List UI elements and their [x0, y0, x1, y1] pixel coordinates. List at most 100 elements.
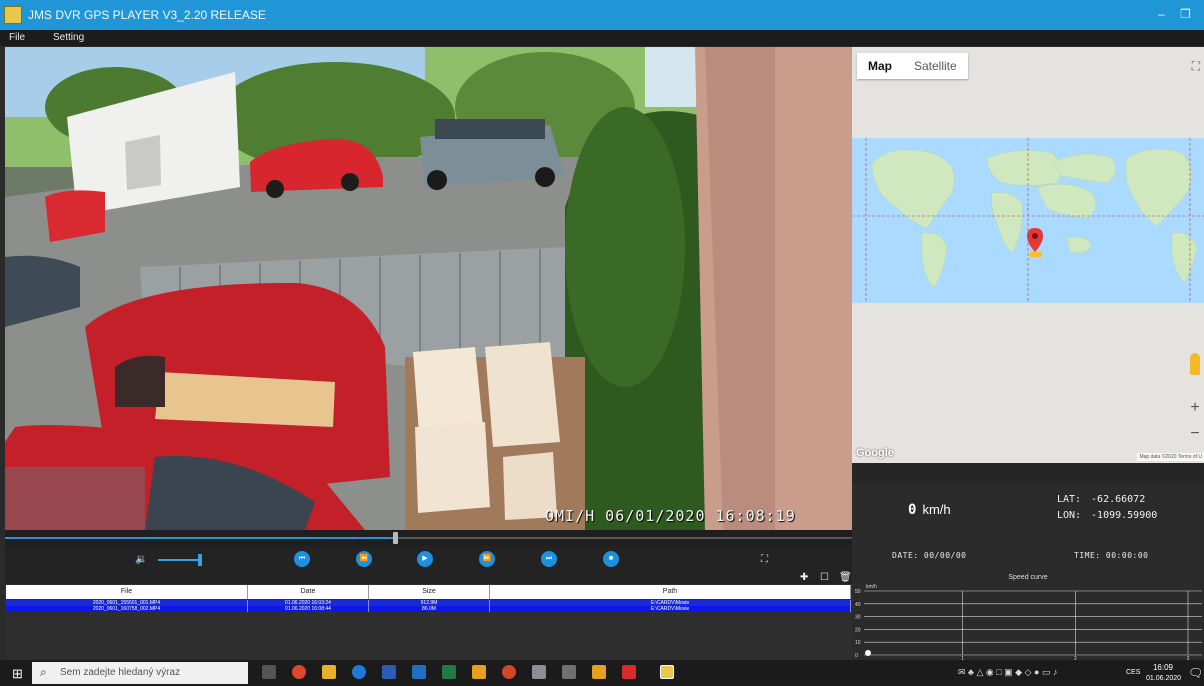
play-button[interactable]: ▶ [417, 551, 433, 567]
file-list-toolbar: ✚ ☐ 🗑 [5, 572, 852, 584]
speed-curve-point [865, 650, 871, 656]
powerpoint-icon[interactable] [502, 665, 516, 679]
volume-handle[interactable] [198, 554, 202, 566]
app-icon[interactable] [532, 665, 546, 679]
seek-handle[interactable] [392, 532, 398, 544]
clock-date: 01.06.2020 [1146, 675, 1182, 682]
system-tray-icons[interactable]: ✉ ♣ △ ◉ □ ▣ ◆ ◇ ● ▭ ♪ [958, 667, 1057, 678]
file-explorer-icon[interactable] [322, 665, 336, 679]
time-readout: TIME: 00:00:00 [1074, 551, 1148, 560]
copy-file-icon[interactable]: ☐ [820, 572, 829, 584]
file-table: File Date Size Path 2020_0601_155501_001… [5, 584, 852, 660]
longitude-value: -1099.59900 [1091, 510, 1158, 521]
speed-readout: 0 km/h [908, 502, 951, 518]
map-attribution[interactable]: Map data ©2020 Terms of U [1137, 453, 1204, 461]
video-player[interactable]: OMI/H 06/01/2020 16:08:19 [5, 47, 852, 530]
date-readout: DATE: 00/00/00 [892, 551, 966, 560]
delete-file-icon[interactable]: 🗑 [839, 572, 852, 584]
maximize-button[interactable]: ❐ [1180, 7, 1191, 21]
speed-curve-y-tick: 50 [855, 589, 861, 595]
acrobat-icon[interactable] [622, 665, 636, 679]
minimize-button[interactable]: – [1158, 7, 1165, 21]
column-size[interactable]: Size [369, 585, 490, 599]
cell-date: 01.06.2020 16:08:44 [248, 606, 369, 612]
time-label: TIME: [1074, 551, 1101, 560]
edge-icon[interactable] [352, 665, 366, 679]
location-marker-icon[interactable] [1025, 228, 1045, 258]
seek-bar[interactable] [5, 530, 852, 546]
search-icon: ⌕ [40, 665, 47, 679]
menu-setting[interactable]: Setting [53, 32, 84, 43]
rewind-button[interactable]: ⏪ [356, 551, 372, 567]
cell-path: E:\CARDV\Movie [490, 606, 851, 612]
column-file[interactable]: File [6, 585, 248, 599]
menu-file[interactable]: File [9, 32, 25, 43]
date-label: DATE: [892, 551, 919, 560]
taskbar-clock[interactable]: 16:09 01.06.2020 [1146, 662, 1182, 684]
street-view-pegman-icon[interactable] [1190, 353, 1200, 375]
title-bar: JMS DVR GPS PLAYER V3_2.20 RELEASE – ❐ [0, 0, 1204, 30]
windows-start-icon[interactable]: ⊞ [12, 666, 23, 682]
column-date[interactable]: Date [248, 585, 369, 599]
google-logo: Google [856, 447, 894, 459]
windows-taskbar: ⊞ ⌕ Sem zadejte hledaný výraz ✉ ♣ △ ◉ □ … [0, 660, 1204, 686]
longitude-label: LON: [1057, 510, 1082, 521]
input-language[interactable]: CES [1126, 669, 1140, 676]
utility-app-2-icon[interactable] [592, 665, 606, 679]
stop-button[interactable]: ■ [603, 551, 619, 567]
playback-controls: 🔉 ⏮ ⏪ ▶ ⏩ ⏭ ■ ⛶ [5, 546, 852, 572]
menu-bar: File Setting [0, 30, 1204, 46]
time-value: 00:00:00 [1105, 551, 1149, 560]
table-row[interactable]: 2020_0601_160758_002.MP4 01.06.2020 16:0… [6, 606, 851, 612]
previous-file-button[interactable]: ⏮ [294, 551, 310, 567]
next-file-button[interactable]: ⏭ [541, 551, 557, 567]
latitude-readout: LAT: -62.66072 [1057, 494, 1145, 505]
dvr-player-taskbar-icon[interactable] [660, 665, 674, 679]
volume-slider[interactable] [158, 559, 200, 561]
telemetry-separator [852, 463, 1204, 483]
longitude-readout: LON: -1099.59900 [1057, 510, 1157, 521]
map-fullscreen-icon[interactable]: ⛶ [1192, 59, 1200, 74]
seek-progress [5, 537, 395, 539]
tab-satellite[interactable]: Satellite [903, 53, 968, 79]
task-view-icon[interactable] [262, 665, 276, 679]
chrome-icon[interactable] [292, 665, 306, 679]
world-map-tiles [852, 138, 1204, 303]
zoom-out-button[interactable]: − [1188, 425, 1202, 443]
word-icon[interactable] [382, 665, 396, 679]
column-path[interactable]: Path [490, 585, 851, 599]
speed-curve-y-tick: 30 [855, 615, 861, 621]
taskbar-search-box[interactable]: ⌕ Sem zadejte hledaný výraz [32, 662, 248, 684]
date-value: 00/00/00 [923, 551, 967, 560]
zoom-in-button[interactable]: + [1188, 399, 1202, 417]
speed-unit: km/h [922, 502, 951, 517]
cell-file: 2020_0601_160758_002.MP4 [6, 606, 248, 612]
tab-map[interactable]: Map [857, 53, 903, 79]
app-logo-icon [4, 6, 22, 24]
notification-icon[interactable]: 🗨 [1188, 666, 1203, 680]
calculator-icon[interactable] [562, 665, 576, 679]
app-window: JMS DVR GPS PLAYER V3_2.20 RELEASE – ❐ F… [0, 0, 1204, 686]
speed-curve-unit: km/h [866, 584, 877, 590]
volume-icon[interactable]: 🔉 [135, 554, 147, 565]
speed-value: 0 [908, 502, 917, 518]
video-timestamp-overlay: OMI/H 06/01/2020 16:08:19 [545, 507, 796, 525]
search-placeholder: Sem zadejte hledaný výraz [60, 667, 181, 678]
video-frame-image [5, 47, 852, 530]
add-file-icon[interactable]: ✚ [800, 572, 808, 584]
cell-size: 86.0M [369, 606, 490, 612]
speed-curve-y-tick: 0 [855, 653, 858, 659]
window-title: JMS DVR GPS PLAYER V3_2.20 RELEASE [28, 8, 266, 22]
utility-app-icon[interactable] [472, 665, 486, 679]
fullscreen-icon[interactable]: ⛶ [761, 554, 768, 565]
outlook-icon[interactable] [412, 665, 426, 679]
speed-curve-chart: km/h50403020100 1 2 3 [855, 584, 1202, 660]
fast-forward-button[interactable]: ⏩ [479, 551, 495, 567]
speed-curve-panel: Speed curve km/h 50 40 30 20 10 0 1 2 3 [852, 573, 1204, 660]
speed-curve-y-tick: 40 [855, 602, 861, 608]
latitude-label: LAT: [1057, 494, 1082, 505]
gps-map[interactable]: Map Satellite ⛶ + − Google Map data ©202… [852, 47, 1204, 463]
excel-icon[interactable] [442, 665, 456, 679]
latitude-value: -62.66072 [1091, 494, 1146, 505]
telemetry-panel: 0 km/h LAT: -62.66072 LON: -1099.59900 DA… [852, 463, 1204, 573]
